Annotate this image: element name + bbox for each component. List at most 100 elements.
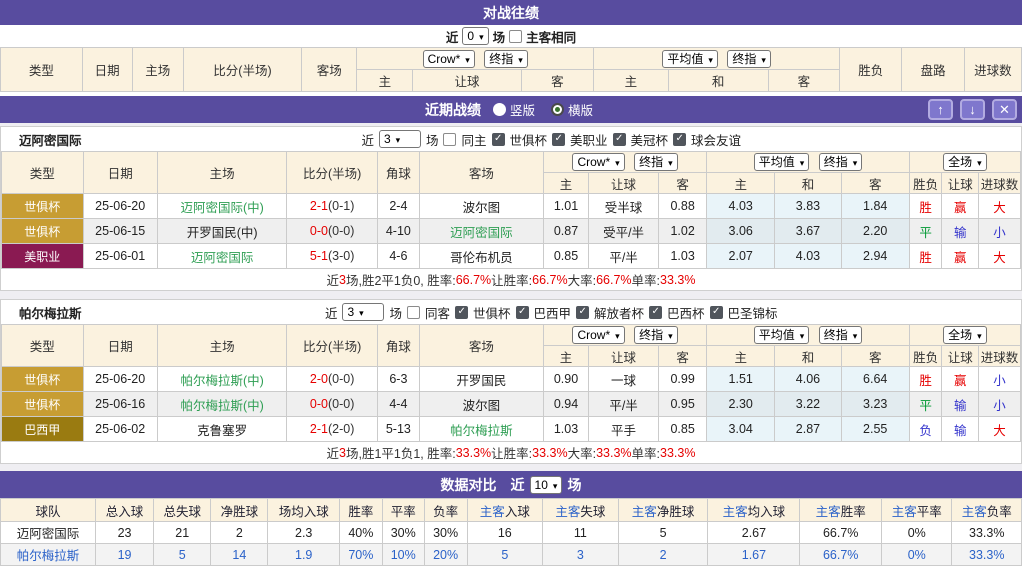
home-team-link[interactable]: 开罗国民(中) [156, 218, 288, 244]
final-odds-select-2[interactable]: 终指 [818, 326, 863, 344]
compare-stat-cell: 19 [94, 543, 155, 566]
average-select[interactable]: 平均值 [753, 326, 810, 344]
full-score: 0-0 [309, 224, 328, 238]
league-checkbox-label: 美冠杯 [630, 133, 669, 148]
team-recent-count-select[interactable]: 3 [378, 130, 421, 148]
away-team-link[interactable]: 帕尔梅拉斯 [418, 416, 545, 442]
league-badge: 巴西甲 [1, 416, 84, 442]
move-up-button[interactable]: ↑ [928, 99, 953, 120]
compare-team-link[interactable]: 迈阿密国际 [0, 521, 96, 544]
h2h-recent-count-select[interactable]: 0 [462, 27, 489, 45]
summary-part: 场,胜2平1负0, 胜率: [345, 274, 456, 288]
col-away: 客场 [418, 324, 545, 367]
result-cell: 胜 [908, 366, 943, 392]
col-date: 日期 [82, 151, 158, 194]
final-odds-select[interactable]: 终指 [634, 326, 678, 344]
final-odds-select-2[interactable]: 终指 [818, 153, 863, 171]
handicap-result-cell: 赢 [941, 243, 980, 269]
compare-stat-cell: 2.67 [707, 521, 801, 544]
compare-col-header: 总入球 [94, 498, 155, 522]
compare-stat-cell: 5 [617, 521, 709, 544]
league-checkbox[interactable] [709, 305, 723, 319]
final-odds-select[interactable]: 终指 [484, 49, 528, 68]
col-handicap: 让球 [412, 69, 522, 92]
compare-team-link[interactable]: 帕尔梅拉斯 [0, 543, 96, 566]
move-down-button[interactable]: ↓ [960, 99, 985, 120]
crow-company-select[interactable]: Crow* [572, 153, 625, 171]
away-odds: 0.88 [658, 193, 708, 219]
summary-part: 近 [326, 274, 340, 288]
goals-result-cell: 大 [978, 193, 1021, 219]
goals-result-cell: 大 [978, 243, 1021, 269]
away-team-link[interactable]: 迈阿密国际 [418, 218, 545, 244]
home-team-link[interactable]: 克鲁塞罗 [156, 416, 288, 442]
league-checkbox[interactable] [552, 132, 566, 146]
away-team-link[interactable]: 开罗国民 [418, 366, 545, 392]
final-odds-select[interactable]: 终指 [634, 153, 678, 171]
compare-col-header: 平率 [381, 498, 425, 522]
same-venue-checkbox[interactable] [443, 132, 457, 146]
away-team-link[interactable]: 波尔图 [418, 391, 545, 417]
col-host: 主 [543, 345, 589, 367]
away-team-link[interactable]: 波尔图 [418, 193, 545, 219]
vertical-layout-radio[interactable] [492, 103, 506, 116]
col-handicap-result: 让球 [941, 345, 980, 367]
home-team-link[interactable]: 迈阿密国际 [156, 243, 288, 269]
near-label: 近 [510, 476, 525, 493]
match-row: 世俱杯 25-06-16 帕尔梅拉斯(中) 0-0(0-0) 4-4 波尔图 0.94 平/半… [1, 391, 1021, 417]
score-cell[interactable]: 0-0(0-0) [286, 218, 378, 244]
close-icon[interactable]: ✕ [992, 99, 1017, 120]
league-checkbox[interactable] [515, 305, 529, 319]
score-cell[interactable]: 0-0(0-0) [286, 391, 378, 417]
compare-row: 帕尔梅拉斯 19 5 14 1.9 70% 10% 20% 5 3 2 1.67 66.7% 0% 33.3… [0, 543, 1022, 566]
same-venue-checkbox[interactable] [406, 305, 420, 319]
compare-recent-count-select[interactable]: 10 [529, 475, 563, 494]
league-checkbox[interactable] [454, 305, 468, 319]
compare-stat-cell: 2 [210, 521, 269, 544]
home-odds: 0.85 [543, 243, 589, 269]
col-home: 主场 [156, 324, 288, 367]
team-section-miami: 迈阿密国际 近3场同主世俱杯美职业美冠杯球会友谊 类型 日期 主场 比分(半场)… [0, 126, 1022, 291]
h2h-table: 类型 日期 主场 比分(半场) 客场 Crow* 终指 平均值 终指 胜负 盘路… [0, 47, 1022, 92]
away-team-link[interactable]: 哥伦布机员 [418, 243, 545, 269]
full-match-select[interactable]: 全场 [943, 326, 987, 344]
final-odds-select-2[interactable]: 终指 [727, 49, 771, 68]
score-cell[interactable]: 2-1(0-1) [286, 193, 378, 219]
compare-stat-cell: 11 [542, 521, 619, 544]
compare-col-header: 主客入球 [466, 498, 544, 522]
handicap-line: 受半球 [587, 193, 660, 219]
league-checkbox[interactable] [673, 132, 687, 146]
league-checkbox[interactable] [649, 305, 663, 319]
team-recent-count-select[interactable]: 3 [342, 303, 385, 321]
home-team-link[interactable]: 帕尔梅拉斯(中) [156, 366, 288, 392]
match-row: 巴西甲 25-06-02 克鲁塞罗 2-1(2-0) 5-13 帕尔梅拉斯 1.03 平手 0.… [1, 416, 1021, 442]
half-score: (0-1) [327, 199, 355, 213]
score-cell[interactable]: 2-1(2-0) [286, 416, 378, 442]
league-badge: 世俱杯 [1, 366, 84, 392]
average-select[interactable]: 平均值 [753, 153, 810, 171]
match-date: 25-06-01 [82, 243, 158, 269]
compare-col-header: 总失球 [153, 498, 212, 522]
avg-draw-odds: 4.03 [774, 243, 842, 269]
full-match-select[interactable]: 全场 [943, 153, 987, 171]
score-cell[interactable]: 2-0(0-0) [286, 366, 378, 392]
avg-home-odds: 2.30 [706, 391, 776, 417]
crow-company-select[interactable]: Crow* [422, 49, 475, 68]
crow-company-select[interactable]: Crow* [572, 326, 625, 344]
compare-stat-cell: 16 [466, 521, 544, 544]
horizontal-layout-radio[interactable] [551, 103, 564, 116]
league-checkbox[interactable] [491, 132, 505, 146]
data-compare-table: 球队 总入球 总失球 净胜球 场均入球 胜率 平率 负率 主客入球 主客失球 主客净胜球 主客均入球主… [0, 498, 1022, 566]
score-cell[interactable]: 5-1(3-0) [286, 243, 378, 269]
compare-stat-cell: 30% [423, 521, 468, 544]
league-checkbox[interactable] [576, 305, 590, 319]
home-team-link[interactable]: 帕尔梅拉斯(中) [156, 391, 288, 417]
h2h-filter-row: 近 0 场 主客相同 [0, 25, 1022, 47]
same-home-away-checkbox[interactable] [509, 29, 523, 43]
league-checkbox[interactable] [612, 132, 626, 146]
home-team-link[interactable]: 迈阿密国际(中) [156, 193, 288, 219]
average-select[interactable]: 平均值 [662, 49, 718, 68]
compare-stat-cell: 33.3% [951, 521, 1022, 544]
summary-part: 大率: [567, 274, 597, 288]
compare-stat-cell: 2.3 [267, 521, 340, 544]
